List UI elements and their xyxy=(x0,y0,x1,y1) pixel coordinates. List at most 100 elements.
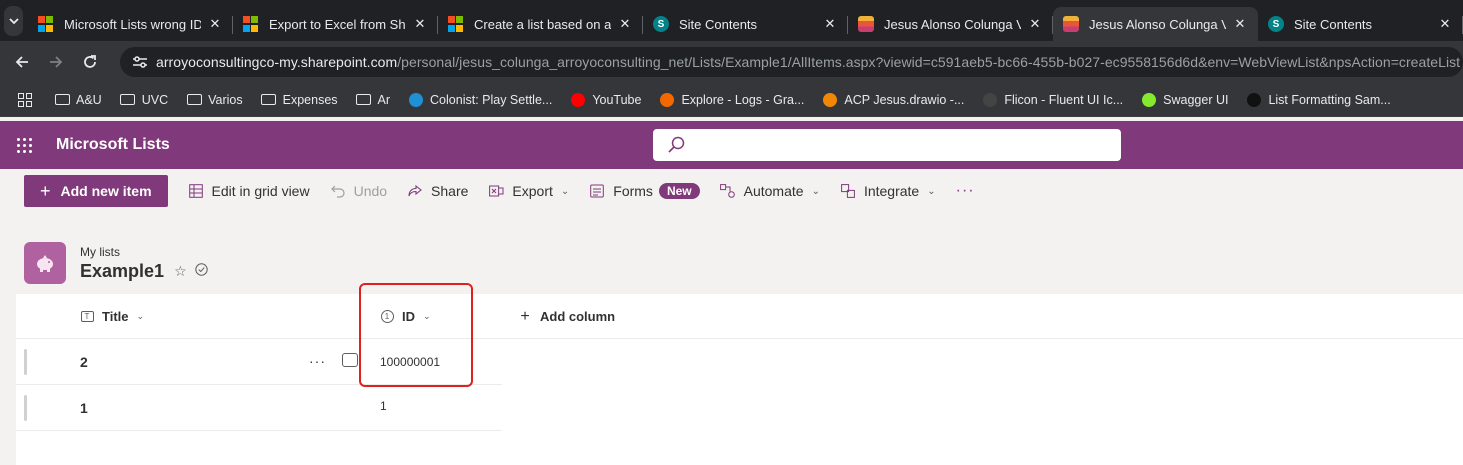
bookmark-item[interactable]: List Formatting Sam... xyxy=(1246,92,1391,108)
bookmark-item[interactable]: Ar xyxy=(356,92,391,108)
row-selector[interactable] xyxy=(24,349,27,375)
automate-label: Automate xyxy=(743,183,804,199)
page-title: Example1 xyxy=(80,260,165,281)
tab-title: Jesus Alonso Colunga Villa xyxy=(1089,16,1226,32)
reload-button[interactable] xyxy=(73,45,107,79)
bookmark-item[interactable]: Varios xyxy=(186,92,243,108)
share-label: Share xyxy=(431,183,469,199)
site-settings-icon[interactable] xyxy=(130,52,150,72)
check-circle-icon[interactable] xyxy=(194,263,208,279)
bookmark-label: Expenses xyxy=(282,92,338,107)
bookmark-item[interactable]: UVC xyxy=(120,92,168,108)
browser-tab[interactable]: Jesus Alonso Colunga Villa ✕ xyxy=(1053,7,1258,41)
waffle-icon xyxy=(16,137,32,153)
arrow-right-icon xyxy=(50,56,63,68)
bookmark-label: YouTube xyxy=(592,92,642,107)
tab-search-button[interactable] xyxy=(4,6,23,36)
bookmark-item[interactable]: ACP Jesus.drawio -... xyxy=(822,92,964,108)
github-icon xyxy=(1246,92,1262,108)
export-button[interactable]: Export ⌄ xyxy=(478,175,579,207)
table-row[interactable]: 1 1 xyxy=(16,385,502,431)
search-box[interactable] xyxy=(653,129,1121,161)
edit-grid-view-label: Edit in grid view xyxy=(211,183,310,199)
favorite-star-icon[interactable]: ☆ xyxy=(174,263,187,280)
integrate-button[interactable]: Integrate ⌄ xyxy=(830,175,946,207)
bookmark-label: Explore - Logs - Gra... xyxy=(681,92,805,107)
close-icon[interactable]: ✕ xyxy=(1027,16,1043,32)
share-button[interactable]: Share xyxy=(397,175,478,207)
close-icon[interactable]: ✕ xyxy=(1437,16,1453,32)
address-bar-row: arroyoconsultingco-my.sharepoint.com/per… xyxy=(0,41,1463,83)
stack-icon xyxy=(1063,16,1079,32)
folder-icon xyxy=(186,92,202,108)
integrate-icon xyxy=(840,183,856,199)
browser-tab[interactable]: Microsoft Lists wrong ID v ✕ xyxy=(28,7,233,41)
app-name[interactable]: Microsoft Lists xyxy=(56,136,170,154)
chevron-down-icon: ⌄ xyxy=(136,311,145,321)
edit-grid-view-button[interactable]: Edit in grid view xyxy=(178,175,320,207)
browser-tab[interactable]: S Site Contents ✕ xyxy=(643,7,848,41)
url-host: arroyoconsultingco-my.sharepoint.com xyxy=(156,54,398,70)
bookmark-item[interactable]: Expenses xyxy=(261,92,338,108)
arrow-left-icon xyxy=(15,56,28,68)
close-icon[interactable]: ✕ xyxy=(822,16,838,32)
omnibox[interactable]: arroyoconsultingco-my.sharepoint.com/per… xyxy=(120,47,1463,77)
close-icon[interactable]: ✕ xyxy=(1232,16,1248,32)
bookmarks-bar: A&U UVC Varios Expenses Ar Colonist: Play Set… xyxy=(0,83,1463,117)
tab-title: Microsoft Lists wrong ID v xyxy=(64,16,201,32)
comment-icon[interactable] xyxy=(342,353,358,367)
bookmark-item[interactable]: Colonist: Play Settle... xyxy=(408,92,552,108)
back-button[interactable] xyxy=(5,45,39,79)
export-label: Export xyxy=(512,183,553,199)
apps-shortcut[interactable] xyxy=(18,92,32,107)
row-title[interactable]: 2 xyxy=(80,339,88,385)
bookmark-label: List Formatting Sam... xyxy=(1268,92,1391,107)
plus-icon: + xyxy=(520,307,530,325)
bookmark-item[interactable]: YouTube xyxy=(570,92,641,108)
bookmark-label: Varios xyxy=(208,92,243,107)
microsoft-icon xyxy=(38,16,54,32)
browser-tab[interactable]: Jesus Alonso Colunga Villa ✕ xyxy=(848,7,1053,41)
forms-label: Forms xyxy=(613,183,653,199)
browser-tab-strip: Microsoft Lists wrong ID v ✕ Export to Exc… xyxy=(0,0,1463,41)
tab-title: Export to Excel from Share xyxy=(269,16,406,32)
reload-icon xyxy=(84,55,96,68)
row-title[interactable]: 1 xyxy=(80,385,88,431)
add-new-item-button[interactable]: + Add new item xyxy=(24,175,168,207)
forward-button[interactable] xyxy=(39,45,73,79)
bookmark-item[interactable]: Swagger UI xyxy=(1141,92,1228,108)
row-more-button[interactable]: ··· xyxy=(309,353,326,369)
close-icon[interactable]: ✕ xyxy=(617,16,633,32)
bookmark-item[interactable]: Flicon - Fluent UI Ic... xyxy=(982,92,1123,108)
breadcrumb[interactable]: My lists xyxy=(80,245,208,259)
bookmark-item[interactable]: Explore - Logs - Gra... xyxy=(659,92,804,108)
folder-icon xyxy=(54,92,70,108)
bookmark-item[interactable]: A&U xyxy=(54,92,102,108)
forms-button[interactable]: Forms New xyxy=(579,175,709,207)
folder-icon xyxy=(261,92,277,108)
sharepoint-icon: S xyxy=(1268,16,1284,32)
url-path: /personal/jesus_colunga_arroyoconsulting… xyxy=(397,54,1461,70)
add-new-item-label: Add new item xyxy=(60,183,152,199)
undo-button[interactable]: Undo xyxy=(320,175,397,207)
bookmark-label: Ar xyxy=(377,92,391,107)
column-header-row: T Title ⌄ 1 ID ⌄ + Add column xyxy=(16,294,1463,339)
browser-tab[interactable]: Export to Excel from Share ✕ xyxy=(233,7,438,41)
column-header-title[interactable]: T Title ⌄ xyxy=(80,294,144,339)
automate-icon xyxy=(720,183,736,199)
close-icon[interactable]: ✕ xyxy=(412,16,428,32)
add-column-button[interactable]: + Add column xyxy=(518,294,615,339)
browser-tab[interactable]: Create a list based on a sp ✕ xyxy=(438,7,643,41)
automate-button[interactable]: Automate ⌄ xyxy=(710,175,830,207)
close-icon[interactable]: ✕ xyxy=(207,16,223,32)
url-text[interactable]: arroyoconsultingco-my.sharepoint.com/per… xyxy=(156,54,1460,70)
apps-grid-icon xyxy=(18,92,32,107)
row-selector[interactable] xyxy=(24,395,27,421)
more-options-button[interactable]: ··· xyxy=(946,182,985,200)
bookmark-label: Swagger UI xyxy=(1163,92,1229,107)
grid-icon xyxy=(188,183,204,199)
export-icon xyxy=(488,183,504,199)
browser-tab[interactable]: S Site Contents ✕ xyxy=(1258,7,1463,41)
app-launcher-button[interactable] xyxy=(0,121,48,169)
folder-icon xyxy=(356,92,372,108)
